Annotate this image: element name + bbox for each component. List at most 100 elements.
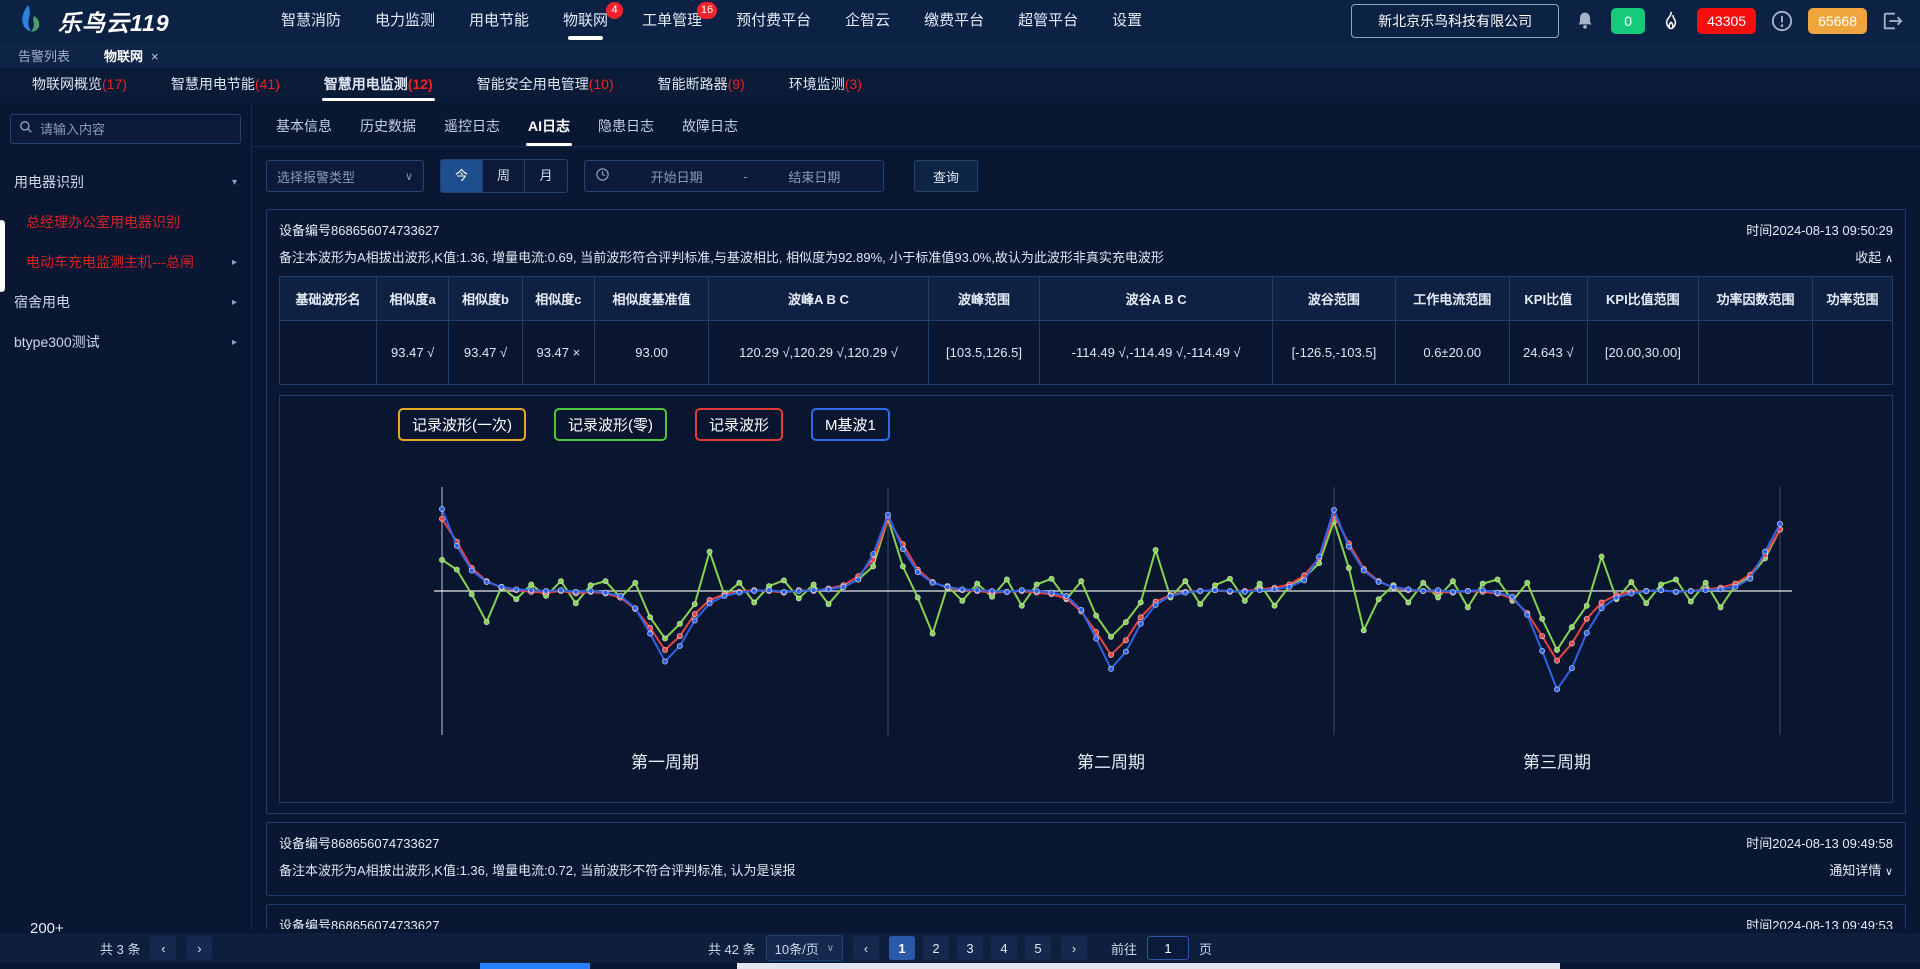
nav-item-缴费平台[interactable]: 缴费平台 (907, 0, 1001, 42)
table-header-cell: 波谷范围 (1273, 277, 1396, 321)
waveform-chart[interactable]: 第一周期第二周期第三周期 (280, 443, 1910, 793)
nav-item-企智云[interactable]: 企智云 (828, 0, 907, 42)
log-card-expanded: 设备编号868656074733627 时间2024-08-13 09:50:2… (266, 209, 1906, 814)
tree-node-电动车充电监测主机---总闸[interactable]: 电动车充电监测主机---总闸▸ (0, 242, 251, 282)
range-segment: 今周月 (440, 159, 568, 193)
logout-icon[interactable] (1880, 8, 1906, 34)
tree-node-宿舍用电[interactable]: 宿舍用电▸ (0, 282, 251, 322)
table-header-cell: 相似度b (449, 277, 522, 321)
nav-item-超管平台[interactable]: 超管平台 (1001, 0, 1095, 42)
tree-prev-button[interactable]: ‹ (150, 936, 176, 960)
tab-历史数据[interactable]: 历史数据 (350, 112, 426, 146)
page-size-select[interactable]: 10条/页 ∨ (766, 935, 843, 961)
table-cell: [103.5,126.5] (928, 321, 1039, 385)
page-button-1[interactable]: 1 (889, 936, 915, 960)
log-total-count: 共 42 条 (708, 939, 756, 958)
nav-item-智慧消防[interactable]: 智慧消防 (264, 0, 358, 42)
table-header-cell: 功率范围 (1813, 277, 1893, 321)
tree-next-button[interactable]: › (186, 936, 212, 960)
waveform-criteria-table: 基础波形名相似度a相似度b相似度c相似度基准值波峰A B C波峰范围波谷A B … (279, 276, 1893, 385)
range-button-今[interactable]: 今 (441, 160, 483, 192)
page-next-button[interactable]: › (1061, 936, 1087, 960)
company-button[interactable]: 新北京乐鸟科技有限公司 (1351, 4, 1559, 38)
collapse-toggle[interactable]: 收起 ∧ (1855, 247, 1893, 266)
tab-基本信息[interactable]: 基本信息 (266, 112, 342, 146)
nav-item-物联网[interactable]: 物联网4 (546, 0, 625, 42)
chevron-down-icon: ∨ (827, 943, 834, 954)
subtab-环境监测[interactable]: 环境监测(3) (767, 69, 884, 102)
nav-item-电力监测[interactable]: 电力监测 (358, 0, 452, 42)
bottom-strip-light (737, 963, 1560, 969)
legend-button-记录波形[interactable]: 记录波形 (695, 408, 783, 441)
date-range-picker[interactable]: 开始日期 - 结束日期 (584, 160, 884, 192)
table-cell (1698, 321, 1812, 385)
subtab-智能安全用电管理[interactable]: 智能安全用电管理(10) (455, 69, 636, 102)
alarm-type-placeholder: 选择报警类型 (277, 167, 355, 186)
subtab-智慧用电节能[interactable]: 智慧用电节能(41) (149, 69, 302, 102)
flame-icon[interactable] (1658, 8, 1684, 34)
page-button-2[interactable]: 2 (923, 936, 949, 960)
nav-item-预付费平台[interactable]: 预付费平台 (719, 0, 828, 42)
search-input[interactable] (40, 122, 232, 137)
page-prev-button[interactable]: ‹ (853, 936, 879, 960)
goto-page-input[interactable] (1147, 936, 1189, 960)
chevron-right-icon: ▸ (232, 297, 237, 308)
green-counter-badge[interactable]: 0 (1611, 8, 1645, 34)
top-nav: 乐鸟云119 智慧消防电力监测用电节能物联网4工单管理16预付费平台企智云缴费平… (0, 0, 1920, 42)
tree-node-用电器识别[interactable]: 用电器识别▾ (0, 162, 251, 202)
log-note: 备注本波形为A相拔出波形,K值:1.36, 增量电流:0.72, 当前波形不符合… (279, 860, 795, 879)
nav-item-用电节能[interactable]: 用电节能 (452, 0, 546, 42)
log-card-head: 设备编号868656074733627时间2024-08-13 09:49:53 (279, 913, 1893, 929)
red-counter-badge[interactable]: 43305 (1697, 8, 1756, 34)
tab-隐患日志[interactable]: 隐患日志 (588, 112, 664, 146)
legend-button-记录波形(零)[interactable]: 记录波形(零) (554, 408, 667, 441)
table-cell: 93.47 × (522, 321, 594, 385)
chart-legend: 记录波形(一次) 记录波形(零) 记录波形 M基波1 (280, 402, 1892, 443)
range-button-周[interactable]: 周 (483, 160, 525, 192)
panel-drag-handle[interactable] (0, 220, 5, 292)
end-date-input[interactable]: 结束日期 (756, 167, 873, 186)
alarm-type-select[interactable]: 选择报警类型 ∨ (266, 160, 424, 192)
tree-node-btype300测试[interactable]: btype300测试▸ (0, 322, 251, 362)
tab-AI日志[interactable]: AI日志 (518, 112, 580, 146)
sidebar-search[interactable] (10, 114, 241, 144)
page-button-3[interactable]: 3 (957, 936, 983, 960)
log-card: 设备编号868656074733627时间2024-08-13 09:49:53… (266, 904, 1906, 929)
cycle-label: 第一周期 (631, 753, 699, 772)
tab-遥控日志[interactable]: 遥控日志 (434, 112, 510, 146)
log-device-id: 设备编号868656074733627 (279, 220, 439, 239)
table-cell: [-126.5,-103.5] (1273, 321, 1396, 385)
subtab-物联网概览[interactable]: 物联网概览(17) (10, 69, 149, 102)
goto-suffix: 页 (1199, 939, 1212, 958)
open-tab-物联网[interactable]: 物联网× (104, 46, 159, 65)
subtab-count: (12) (408, 76, 433, 92)
start-date-input[interactable]: 开始日期 (618, 167, 735, 186)
bell-icon[interactable] (1572, 8, 1598, 34)
tab-故障日志[interactable]: 故障日志 (672, 112, 748, 146)
subtab-智慧用电监测[interactable]: 智慧用电监测(12) (302, 69, 455, 102)
legend-button-记录波形(一次)[interactable]: 记录波形(一次) (398, 408, 526, 441)
notify-detail-toggle[interactable]: 通知详情 ∨ (1829, 860, 1893, 879)
logo[interactable]: 乐鸟云119 (14, 2, 264, 41)
nav-item-设置[interactable]: 设置 (1095, 0, 1159, 42)
table-header-cell: 功率因数范围 (1698, 277, 1812, 321)
log-note: 备注本波形为A相拔出波形,K值:1.36, 增量电流:0.69, 当前波形符合评… (279, 247, 1164, 266)
legend-button-M基波1[interactable]: M基波1 (811, 408, 890, 441)
tree-node-总经理办公室用电器识别[interactable]: 总经理办公室用电器识别 (0, 202, 251, 242)
nav-item-badge: 4 (606, 2, 623, 19)
orange-counter-badge[interactable]: 65668 (1808, 8, 1867, 34)
open-tabs-bar: 告警列表 物联网× (0, 42, 1920, 69)
subtab-count: (9) (728, 76, 745, 92)
page-button-4[interactable]: 4 (991, 936, 1017, 960)
subtab-智能断路器[interactable]: 智能断路器(9) (636, 69, 767, 102)
nav-item-工单管理[interactable]: 工单管理16 (625, 0, 719, 42)
close-tab-icon[interactable]: × (151, 49, 159, 64)
table-cell: [20.00,30.00] (1587, 321, 1698, 385)
open-tab-告警列表[interactable]: 告警列表 (18, 46, 70, 65)
page-button-5[interactable]: 5 (1025, 936, 1051, 960)
cycle-label: 第三周期 (1523, 753, 1591, 772)
alert-circle-icon[interactable] (1769, 8, 1795, 34)
range-button-月[interactable]: 月 (525, 160, 567, 192)
chevron-right-icon: ▸ (232, 337, 237, 348)
query-button[interactable]: 查询 (914, 160, 978, 192)
